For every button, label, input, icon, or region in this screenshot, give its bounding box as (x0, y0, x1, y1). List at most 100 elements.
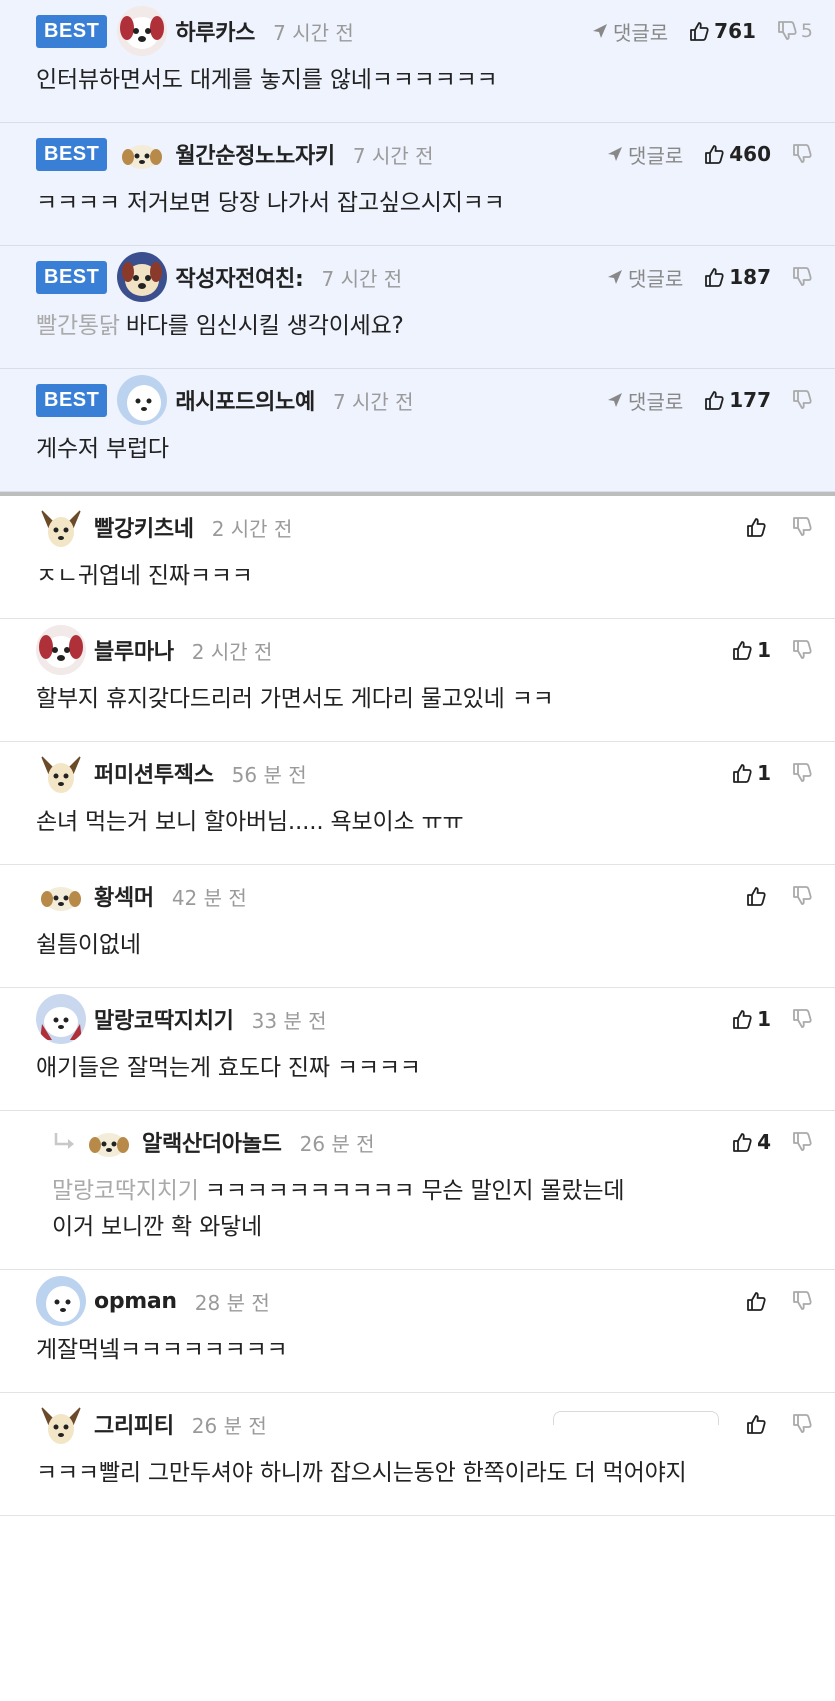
comment-header: 말랑코딱지치기 33 분 전 1 (0, 988, 835, 1050)
dislike-button[interactable] (791, 516, 813, 538)
nickname[interactable]: 빨강키츠네 (94, 511, 194, 543)
avatar[interactable] (117, 129, 168, 179)
avatar[interactable] (36, 871, 86, 921)
nickname[interactable]: opman (94, 1289, 177, 1314)
timestamp: 7 시간 전 (321, 266, 403, 291)
like-button[interactable]: 187 (703, 265, 771, 289)
thumbs-down-icon (793, 1414, 812, 1433)
timestamp: 28 분 전 (194, 1290, 270, 1315)
nickname[interactable]: 알랙산더아놀드 (142, 1126, 282, 1158)
like-button[interactable]: 1 (731, 1007, 771, 1031)
like-button[interactable]: 1 (731, 638, 771, 662)
thumbs-up-icon (705, 391, 724, 410)
thumbs-down-icon (793, 1291, 812, 1310)
mention[interactable]: 말랑코딱지치기 (52, 1178, 199, 1204)
dislike-button[interactable] (791, 762, 813, 784)
thumbs-up-icon (747, 1292, 766, 1311)
thumbs-up-icon (690, 22, 709, 41)
like-count: 177 (729, 388, 771, 412)
dislike-button[interactable]: 5 (776, 20, 813, 42)
avatar[interactable] (36, 1399, 86, 1449)
avatar[interactable] (117, 252, 168, 302)
comment-header: 황섹머 42 분 전 (0, 865, 835, 927)
like-button[interactable]: 1 (731, 761, 771, 785)
reply-button[interactable]: 댓글로 (606, 140, 683, 169)
like-button[interactable] (745, 885, 771, 907)
reply-label: 댓글로 (612, 20, 669, 45)
best-comment: BEST 하루카스 7 시간 전 댓글로 761 5 인터뷰하면서도 대게를 놓… (0, 0, 835, 123)
thumbs-up-icon (733, 641, 752, 660)
comment-header: BEST 작성자전여친: 7 시간 전 댓글로 187 (0, 246, 835, 308)
comment-header: 블루마나 2 시간 전 1 (0, 619, 835, 681)
nickname[interactable]: 그리피티 (94, 1408, 174, 1440)
comment-actions (745, 1270, 813, 1332)
nickname[interactable]: 하루카스 (175, 15, 255, 47)
reply-arrow-icon (54, 1133, 74, 1149)
comment-header: 빨강키츠네 2 시간 전 (0, 496, 835, 558)
floating-tab[interactable] (553, 1411, 719, 1425)
dislike-button[interactable] (791, 266, 813, 288)
dislike-button[interactable] (791, 1008, 813, 1030)
like-button[interactable]: 4 (731, 1130, 771, 1154)
like-button[interactable] (745, 1290, 771, 1312)
avatar[interactable] (36, 502, 86, 552)
avatar[interactable] (117, 375, 168, 425)
comment-body: 말랑코딱지치기 ㅋㅋㅋㅋㅋㅋㅋㅋㅋㅋ 무슨 말인지 몰랐는데 이거 보니깐 확 와… (0, 1173, 835, 1269)
best-comment: BEST 작성자전여친: 7 시간 전 댓글로 187 빨간통닭 바다를 임신시… (0, 246, 835, 369)
comment-text: ㅋㅋㅋㅋ 저거보면 당장 나가서 잡고싶으시지ㅋㅋ (36, 190, 505, 216)
reply-button[interactable]: 댓글로 (591, 17, 668, 46)
white-dog-avatar-icon (36, 1276, 86, 1326)
dislike-button[interactable] (791, 639, 813, 661)
mention[interactable]: 빨간통닭 (36, 313, 120, 339)
dislike-button[interactable] (791, 389, 813, 411)
thumbs-down-icon (793, 390, 812, 409)
dislike-button[interactable] (791, 143, 813, 165)
avatar[interactable] (84, 1117, 134, 1167)
like-count: 1 (757, 761, 771, 785)
comment-header: 퍼미션투젝스 56 분 전 1 (0, 742, 835, 804)
like-button[interactable]: 177 (703, 388, 771, 412)
dislike-button[interactable] (791, 1413, 813, 1435)
puppy-avatar-icon (117, 129, 168, 179)
avatar[interactable] (36, 994, 86, 1044)
comment-actions (745, 1393, 813, 1455)
thumbs-down-icon (793, 144, 812, 163)
reply-comment: 알랙산더아놀드 26 분 전 4 말랑코딱지치기 ㅋㅋㅋㅋㅋㅋㅋㅋㅋㅋ 무슨 말인… (0, 1111, 835, 1270)
avatar[interactable] (117, 6, 168, 56)
timestamp: 2 시간 전 (191, 639, 273, 664)
avatar[interactable] (36, 625, 86, 675)
avatar[interactable] (36, 748, 86, 798)
nickname[interactable]: 래시포드의노예 (175, 384, 315, 416)
avatar[interactable] (36, 1276, 86, 1326)
dislike-button[interactable] (791, 1131, 813, 1153)
nickname[interactable]: 황섹머 (94, 880, 154, 912)
thumbs-down-icon (793, 640, 812, 659)
comment-actions: 1 (731, 742, 813, 804)
thumbs-up-icon (747, 1415, 766, 1434)
comment-text: 인터뷰하면서도 대게를 놓지를 않네ㅋㅋㅋㅋㅋㅋ (36, 67, 498, 93)
white-dog-avatar-icon (117, 375, 168, 425)
nickname[interactable]: 퍼미션투젝스 (94, 757, 214, 789)
nickname[interactable]: 월간순정노노자키 (175, 138, 335, 170)
nickname[interactable]: 블루마나 (94, 634, 174, 666)
comment: 빨강키츠네 2 시간 전 ㅈㄴ귀엽네 진짜ㅋㅋㅋ (0, 496, 835, 619)
dislike-button[interactable] (791, 885, 813, 907)
dog-avatar-icon (36, 625, 86, 675)
like-button[interactable]: 761 (688, 19, 756, 43)
nickname[interactable]: 말랑코딱지치기 (94, 1003, 234, 1035)
comment-text-line2: 이거 보니깐 확 와닿네 (52, 1214, 262, 1240)
thumbs-up-icon (733, 764, 752, 783)
reply-button[interactable]: 댓글로 (606, 263, 683, 292)
timestamp: 26 분 전 (191, 1413, 267, 1438)
dog-avatar-icon (36, 994, 86, 1044)
best-comment: BEST 월간순정노노자키 7 시간 전 댓글로 460 ㅋㅋㅋㅋ 저거보면 당… (0, 123, 835, 246)
reply-label: 댓글로 (628, 143, 684, 168)
like-button[interactable]: 460 (703, 142, 771, 166)
like-button[interactable] (745, 1413, 771, 1435)
reply-button[interactable]: 댓글로 (606, 386, 683, 415)
paper-plane-icon (608, 147, 623, 161)
dislike-button[interactable] (791, 1290, 813, 1312)
timestamp: 56 분 전 (231, 762, 307, 787)
like-button[interactable] (745, 516, 771, 538)
nickname[interactable]: 작성자전여친: (175, 261, 303, 293)
